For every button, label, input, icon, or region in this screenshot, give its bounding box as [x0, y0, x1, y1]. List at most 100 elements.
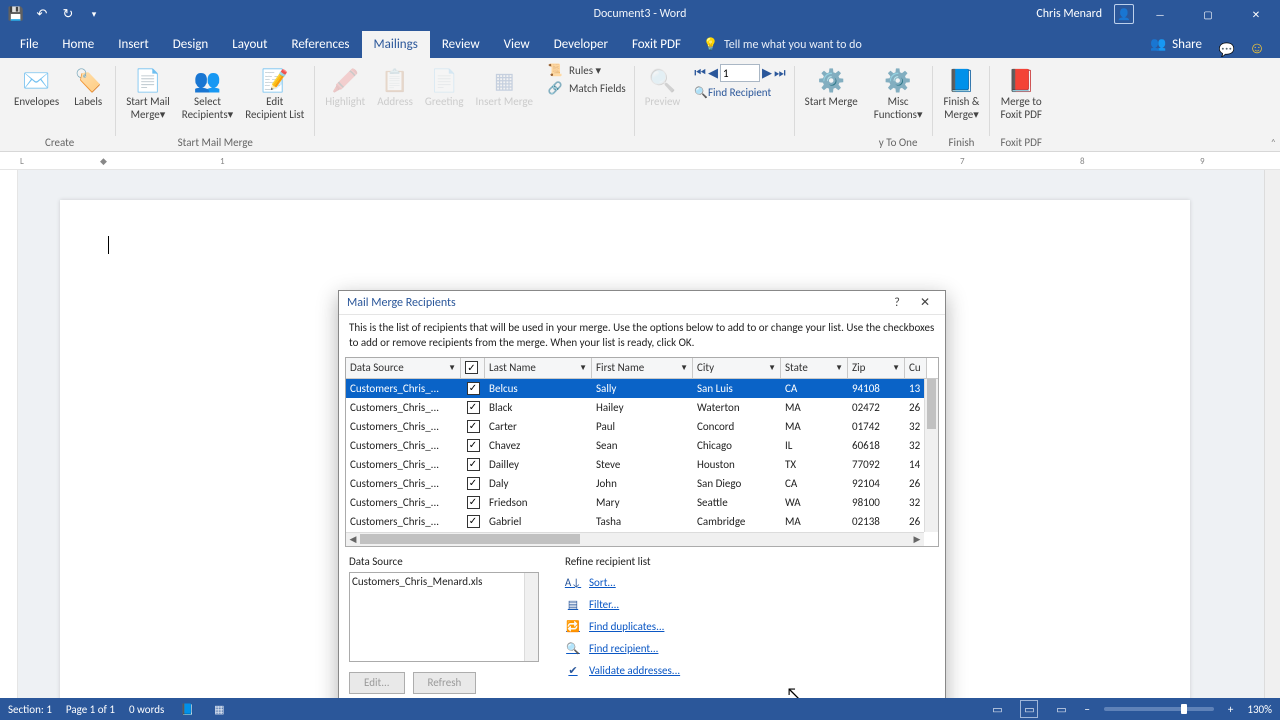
- dialog-help-button[interactable]: ?: [885, 293, 909, 313]
- col-first-name[interactable]: First Name▼: [592, 358, 693, 378]
- comments-icon[interactable]: 💬: [1212, 43, 1242, 58]
- misc-functions-button[interactable]: ⚙️Misc Functions▾: [870, 62, 927, 123]
- scroll-right-icon[interactable]: ▶: [910, 534, 924, 545]
- dialog-titlebar[interactable]: Mail Merge Recipients ? ✕: [339, 291, 945, 315]
- rules-button[interactable]: 📜Rules ▾: [547, 62, 626, 78]
- redo-icon[interactable]: ↻: [56, 2, 80, 26]
- last-record-icon[interactable]: ⏭: [774, 66, 786, 81]
- record-number-input[interactable]: [720, 64, 760, 82]
- row-checkbox[interactable]: ✓: [461, 515, 485, 528]
- status-page[interactable]: Page 1 of 1: [66, 703, 115, 716]
- labels-button[interactable]: 🏷️Labels: [67, 62, 109, 111]
- merge-to-foxit-button[interactable]: 📕Merge to Foxit PDF: [996, 62, 1045, 123]
- col-last-name[interactable]: Last Name▼: [485, 358, 592, 378]
- prev-record-icon[interactable]: ◀: [708, 66, 718, 81]
- table-row[interactable]: Customers_Chris_...✓DailleySteveHoustonT…: [346, 455, 938, 474]
- col-zip[interactable]: Zip▼: [848, 358, 905, 378]
- row-checkbox[interactable]: ✓: [461, 401, 485, 414]
- next-record-icon[interactable]: ▶: [762, 66, 772, 81]
- finish-merge-button[interactable]: 📘Finish & Merge▾: [939, 62, 983, 123]
- find-recipient-link[interactable]: 🔍Find recipient...: [565, 638, 680, 660]
- find-duplicates-link[interactable]: 🔁Find duplicates...: [565, 616, 680, 638]
- match-fields-button[interactable]: 🔗Match Fields: [547, 80, 626, 96]
- data-source-list[interactable]: Customers_Chris_Menard.xls: [349, 572, 539, 662]
- tab-home[interactable]: Home: [50, 31, 106, 58]
- data-source-item[interactable]: Customers_Chris_Menard.xls: [352, 575, 536, 588]
- group-label-misc: y To One: [879, 134, 918, 151]
- row-checkbox[interactable]: ✓: [461, 496, 485, 509]
- tell-me-search[interactable]: 💡 Tell me what you want to do: [693, 31, 872, 58]
- dialog-close-button[interactable]: ✕: [913, 293, 937, 313]
- table-row[interactable]: Customers_Chris_...✓FriedsonMarySeattleW…: [346, 493, 938, 512]
- tab-references[interactable]: References: [280, 31, 362, 58]
- tab-developer[interactable]: Developer: [542, 31, 620, 58]
- save-icon[interactable]: 💾: [4, 2, 28, 26]
- close-button[interactable]: ✕: [1234, 0, 1278, 28]
- col-data-source[interactable]: Data Source▼: [346, 358, 461, 378]
- tab-foxit[interactable]: Foxit PDF: [620, 31, 693, 58]
- grid-horizontal-scrollbar[interactable]: ◀ ▶: [346, 532, 924, 546]
- zoom-out-button[interactable]: −: [1084, 703, 1089, 716]
- find-recipient-button[interactable]: 🔍Find Recipient: [694, 86, 785, 99]
- envelopes-button[interactable]: ✉️Envelopes: [10, 62, 63, 111]
- table-row[interactable]: Customers_Chris_...✓DalyJohnSan DiegoCA9…: [346, 474, 938, 493]
- col-city[interactable]: City▼: [693, 358, 781, 378]
- tab-view[interactable]: View: [492, 31, 542, 58]
- tab-mailings[interactable]: Mailings: [362, 31, 430, 58]
- table-row[interactable]: Customers_Chris_...✓CarterPaulConcordMA0…: [346, 417, 938, 436]
- check-all-checkbox[interactable]: ✓: [465, 361, 478, 374]
- zoom-in-button[interactable]: +: [1228, 703, 1233, 716]
- tab-design[interactable]: Design: [161, 31, 220, 58]
- collapse-ribbon-icon[interactable]: ˄: [1271, 136, 1276, 149]
- scroll-left-icon[interactable]: ◀: [346, 534, 360, 545]
- share-button[interactable]: 👥 Share: [1140, 31, 1212, 58]
- first-record-icon[interactable]: ⏮: [694, 66, 706, 81]
- sort-link[interactable]: A↓Sort...: [565, 572, 680, 594]
- feedback-smile-icon[interactable]: ☺: [1242, 39, 1272, 58]
- avatar-icon[interactable]: 👤: [1114, 4, 1134, 24]
- tab-file[interactable]: File: [8, 31, 50, 58]
- vertical-scrollbar[interactable]: [1264, 170, 1280, 698]
- col-checkbox-all[interactable]: ✓: [461, 358, 485, 378]
- col-state[interactable]: State▼: [781, 358, 848, 378]
- zoom-slider[interactable]: [1104, 707, 1214, 711]
- col-cu[interactable]: Cu: [905, 358, 927, 378]
- zoom-level[interactable]: 130%: [1247, 703, 1272, 716]
- tab-insert[interactable]: Insert: [106, 31, 161, 58]
- spellcheck-icon[interactable]: 📘: [178, 700, 196, 718]
- web-layout-icon[interactable]: ▭: [1052, 700, 1070, 718]
- validate-addresses-link[interactable]: ✔Validate addresses...: [565, 660, 680, 682]
- data-source-label: Data Source: [349, 555, 539, 568]
- list-scrollbar[interactable]: [524, 573, 538, 661]
- read-mode-icon[interactable]: ▭: [988, 700, 1006, 718]
- grid-vertical-scrollbar[interactable]: [924, 379, 938, 532]
- row-checkbox[interactable]: ✓: [461, 382, 485, 395]
- row-checkbox[interactable]: ✓: [461, 458, 485, 471]
- customize-qat-icon[interactable]: ▾: [82, 2, 106, 26]
- minimize-button[interactable]: —: [1138, 0, 1182, 28]
- start-mail-merge-button[interactable]: 📄Start Mail Merge▾: [122, 62, 174, 123]
- table-row[interactable]: Customers_Chris_...✓BelcusSallySan LuisC…: [346, 379, 938, 398]
- row-checkbox[interactable]: ✓: [461, 439, 485, 452]
- horizontal-ruler[interactable]: L ◆ 1 7 8 9: [0, 152, 1280, 170]
- table-row[interactable]: Customers_Chris_...✓BlackHaileyWatertonM…: [346, 398, 938, 417]
- tab-layout[interactable]: Layout: [220, 31, 279, 58]
- macro-icon[interactable]: ▦: [210, 700, 228, 718]
- table-row[interactable]: Customers_Chris_...✓GabrielTashaCambridg…: [346, 512, 938, 531]
- table-row[interactable]: Customers_Chris_...✓ChavezSeanChicagoIL6…: [346, 436, 938, 455]
- tab-review[interactable]: Review: [430, 31, 492, 58]
- print-layout-icon[interactable]: ▭: [1020, 700, 1038, 718]
- restore-button[interactable]: ▢: [1186, 0, 1230, 28]
- undo-icon[interactable]: ↶: [30, 2, 54, 26]
- start-merge-button[interactable]: ⚙️Start Merge: [801, 62, 862, 111]
- filter-link[interactable]: ▤Filter...: [565, 594, 680, 616]
- select-recipients-button[interactable]: 👥Select Recipients▾: [178, 62, 237, 123]
- vertical-ruler[interactable]: [0, 170, 18, 698]
- row-checkbox[interactable]: ✓: [461, 477, 485, 490]
- edit-recipient-list-button[interactable]: 📝Edit Recipient List: [241, 62, 308, 123]
- address-icon: 📋: [379, 64, 411, 96]
- status-words[interactable]: 0 words: [129, 703, 164, 716]
- row-checkbox[interactable]: ✓: [461, 420, 485, 433]
- status-section[interactable]: Section: 1: [8, 703, 52, 716]
- account-user[interactable]: Chris Menard: [1036, 7, 1102, 21]
